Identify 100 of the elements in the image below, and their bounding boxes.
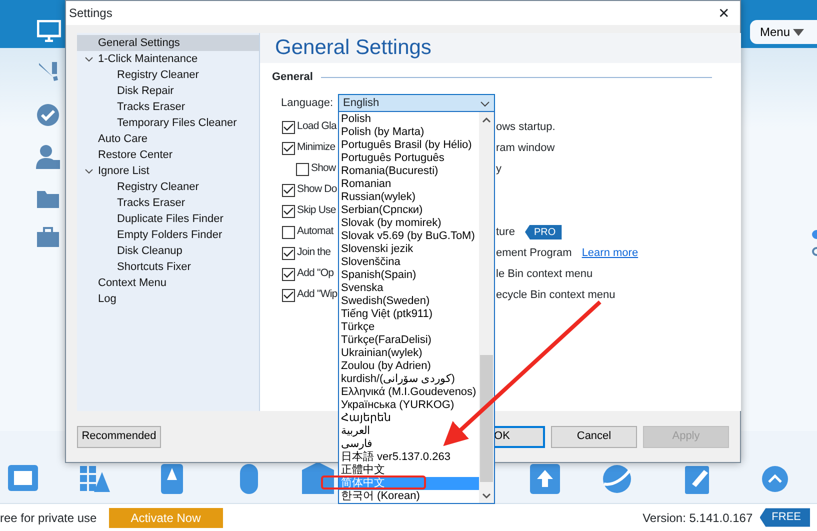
language-option[interactable]: Swedish(Sweden) [339,295,479,308]
language-option[interactable]: 正體中文 [339,464,479,477]
nav-item[interactable]: Registry Cleaner [117,179,199,195]
scroll-down-icon[interactable] [482,493,491,499]
caret-icon [793,29,804,36]
option-label: Skip Use [297,203,336,218]
checkmark-icon [283,248,294,258]
window-title: Settings [69,5,112,22]
language-option[interactable]: 한국어 (Korean) [339,490,479,503]
checkbox[interactable] [282,288,295,302]
option-label: ture [496,224,515,240]
chevron-down-icon[interactable] [85,169,93,174]
checkbox[interactable] [282,142,295,154]
checkmark-icon [283,122,294,132]
nav-item[interactable]: Tracks Eraser [117,195,186,211]
language-option[interactable]: Russian(wylek) [339,191,479,204]
checkbox[interactable] [282,184,295,196]
user-lock-icon[interactable] [36,144,60,170]
scrollbar[interactable] [479,112,494,503]
checkmark-icon [283,186,294,194]
nav-item[interactable]: Duplicate Files Finder [117,211,224,227]
option-label: Load Gla [297,119,336,134]
nav-item[interactable]: Context Menu [98,275,166,291]
checkmark-icon [283,270,294,278]
language-option[interactable]: Português Brasil (by Hélio) [339,139,479,152]
checkbox[interactable] [282,226,295,238]
language-option[interactable]: Slovak (by momirek) [339,217,479,230]
checkbox[interactable] [296,162,309,176]
upload-icon[interactable] [528,462,562,496]
option-label: Show [311,161,336,176]
nav-item[interactable]: Temporary Files Cleaner [117,115,237,131]
option-label: ows startup. [496,120,556,135]
checkmark-icon [283,144,294,152]
checkbox[interactable] [282,268,295,280]
option-label: Minimize [297,140,336,156]
language-option[interactable]: 日本語 ver5.137.0.263 [339,451,479,464]
version-text: Version: 5.141.0.167 [642,510,753,526]
language-option[interactable]: Հայերեն [339,412,479,425]
chevron-down-icon[interactable] [85,57,93,62]
language-option[interactable]: kurdish/(كوردی سۆرانی) [339,373,479,386]
nav-item[interactable]: General Settings [77,35,259,51]
language-option[interactable]: Svenska [339,282,479,295]
scroll-up-icon[interactable] [482,117,491,123]
page-heading: General Settings [260,33,741,63]
nav-item[interactable]: Ignore List [98,163,150,179]
language-option[interactable]: Spanish(Spain) [339,269,479,282]
free-badge: FREE [760,508,810,527]
nav-item[interactable]: Restore Center [98,147,173,163]
option-label: ecycle Bin context menu [496,288,616,303]
nav-item[interactable]: Shortcuts Fixer [117,259,191,275]
license-text: ree for private use [0,510,97,526]
language-option[interactable]: Slovak v5.69 (by BuG.ToM) [339,230,479,243]
language-option[interactable]: Zoulou (by Adrien) [339,360,479,373]
nav-item[interactable]: 1-Click Maintenance [98,51,198,67]
language-option[interactable]: Polish [339,113,479,126]
nav-item[interactable]: Empty Folders Finder [117,227,222,243]
recommended-button[interactable]: Recommended [77,426,161,448]
check-icon[interactable] [36,103,60,127]
checkbox[interactable] [282,204,295,218]
nav-item[interactable]: Disk Cleanup [117,243,182,259]
option-label: y [496,162,502,177]
language-option[interactable]: Romanian [339,178,479,191]
nav-item[interactable]: Registry Cleaner [117,67,199,83]
option-label: Add "Op [297,266,334,282]
language-option[interactable]: Slovenščina [339,256,479,269]
language-option[interactable]: Romania(Bucuresti) [339,165,479,178]
toolbox-icon[interactable] [36,226,60,248]
nav-item[interactable]: Auto Care [98,131,148,147]
option-label: Add "Wip [297,287,338,302]
option-label: Automat [297,224,334,240]
monitor-icon[interactable] [37,20,61,42]
language-option[interactable]: Polish (by Marta) [339,126,479,139]
dialog-button[interactable]: Cancel [551,426,637,448]
menu-button[interactable]: Menu [750,20,817,44]
option-label: ram window [496,140,555,156]
nav-item[interactable]: Disk Repair [117,83,174,99]
option-label: ement Program [496,246,572,261]
language-option[interactable]: Türkçe [339,321,479,334]
language-label: Language: [281,96,334,112]
language-option[interactable]: Українська (YURKOG) [339,399,479,412]
option-label: le Bin context menu [496,266,593,282]
nav-item[interactable]: Tracks Eraser [117,99,186,115]
close-button[interactable]: ✕ [718,2,730,24]
language-option[interactable]: Ukrainian(wylek) [339,347,479,360]
language-option[interactable]: Português Português [339,152,479,165]
learn-more-link[interactable]: Learn more [582,244,638,262]
checkbox[interactable] [282,246,295,260]
language-option[interactable]: Serbian(Српски) [339,204,479,217]
language-option[interactable]: Tiếng Việt (ptk911) [339,308,479,321]
checkbox[interactable] [282,120,295,134]
checkmark-icon [283,290,294,300]
option-label: Show Do [297,182,337,198]
language-option[interactable]: Slovenski jezik [339,243,479,256]
language-option[interactable]: Türkçe(FaraDelisi) [339,334,479,347]
language-option[interactable]: Ελληνικά (M.I.Goudevenos) [339,386,479,399]
pro-badge: PRO [524,224,562,240]
chevron-down-icon[interactable] [480,100,490,106]
globe-icon[interactable] [600,462,634,496]
nav-item[interactable]: Log [98,291,116,307]
option-label: Join the [297,245,331,260]
